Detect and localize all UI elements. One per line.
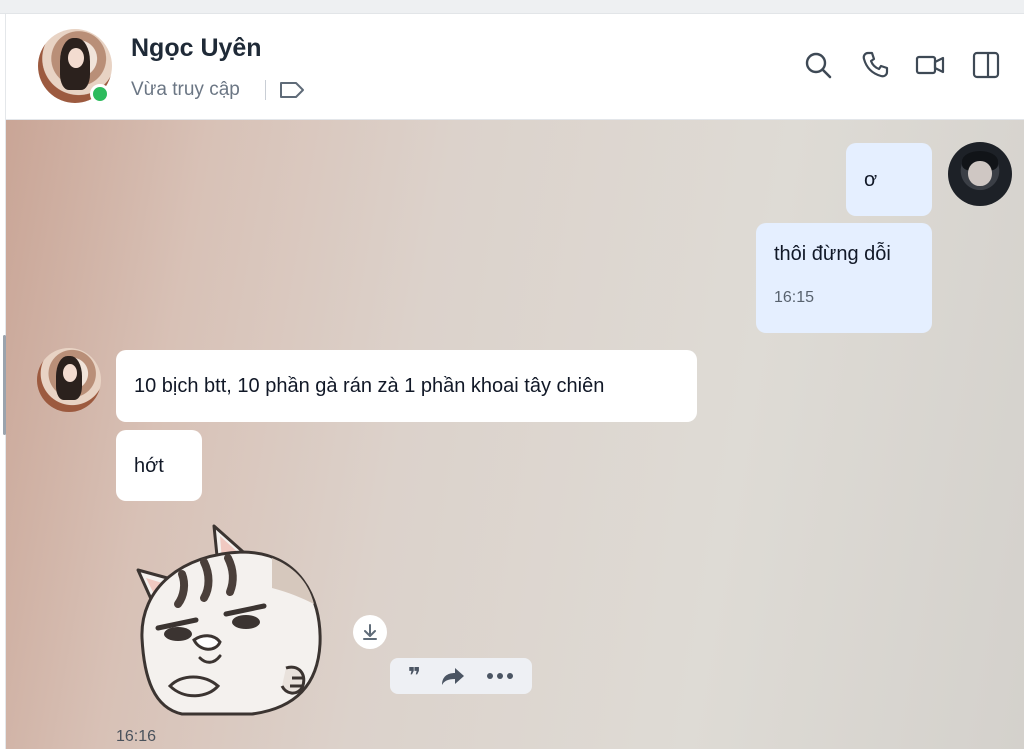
message-text: hớt [134,454,164,477]
window-top-strip [0,0,1024,14]
forward-icon[interactable] [440,665,466,687]
message-actions-bar: ❞ [390,658,532,694]
tag-icon[interactable] [278,80,306,100]
message-text: thôi đừng dỗi [774,243,891,265]
online-status-dot [90,84,110,104]
message-time: 16:15 [774,289,815,306]
download-sticker-button[interactable] [353,615,387,649]
message-bubble-sent[interactable]: ơ [846,143,932,216]
search-icon[interactable] [803,50,833,80]
contact-status: Vừa truy cập [131,79,240,100]
message-bubble-sent[interactable]: thôi đừng dỗi 16:15 [756,223,932,333]
message-text: ơ [864,168,878,191]
phone-icon[interactable] [860,50,890,80]
download-icon [363,624,377,640]
status-divider [265,80,266,100]
video-call-icon[interactable] [915,50,945,80]
grumpy-cat-sticker[interactable] [122,518,332,716]
contact-name[interactable]: Ngọc Uyên [131,34,262,63]
message-bubble-received[interactable]: 10 bịch btt, 10 phần gà rán zà 1 phần kh… [116,350,697,422]
message-bubble-received[interactable]: hớt [116,430,202,501]
contact-avatar-small[interactable] [37,348,101,412]
message-text: 10 bịch btt, 10 phần gà rán zà 1 phần kh… [134,375,605,397]
my-avatar[interactable] [948,142,1012,206]
message-time: 16:16 [116,728,157,745]
quote-icon[interactable]: ❞ [408,665,421,687]
more-icon[interactable] [486,672,514,680]
sidebar-toggle-icon[interactable] [971,50,1001,80]
